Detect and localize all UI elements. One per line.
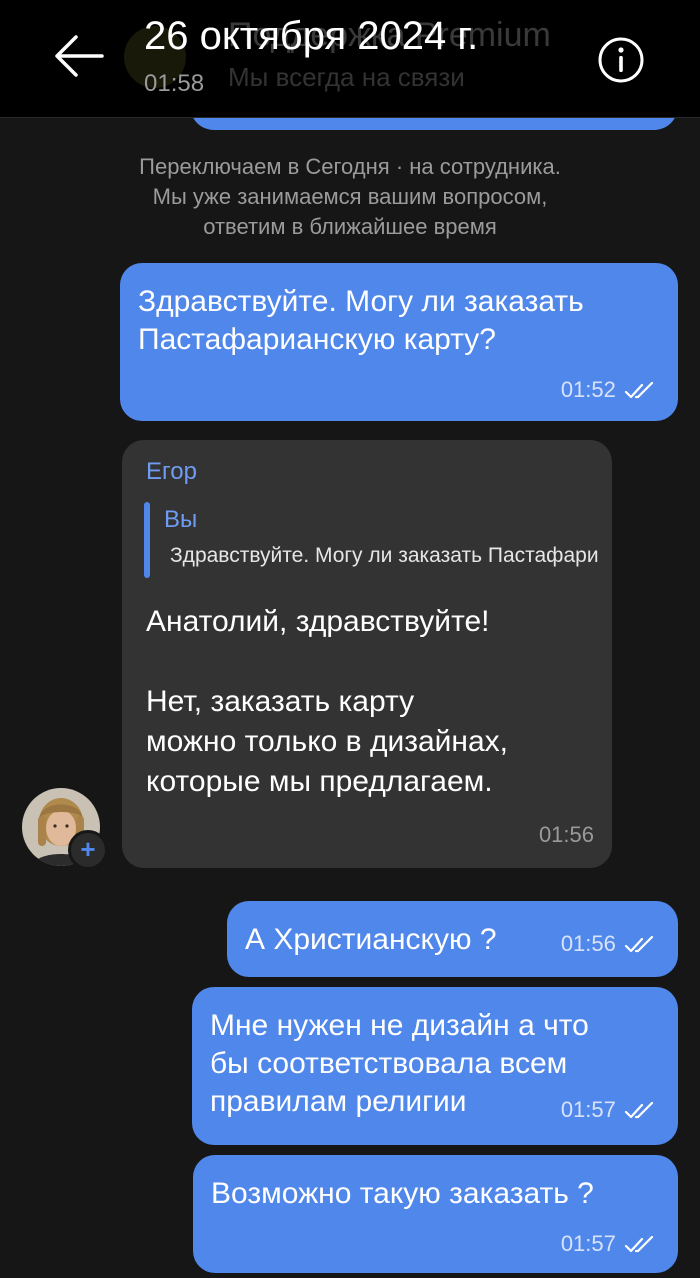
message-meta: 01:52 (561, 377, 658, 403)
double-check-icon (624, 1236, 654, 1253)
double-check-icon (624, 1102, 654, 1119)
double-check-icon (624, 382, 654, 399)
date-title: 26 октября 2024 г. (144, 14, 479, 58)
message-text: Анатолий, здравствуйте! Нет, заказать ка… (146, 605, 508, 798)
message-time: 01:57 (560, 1231, 616, 1256)
reply-quote-bar (144, 502, 150, 578)
chat-header: Поддержка Premium Мы всегда на связи 26 … (0, 0, 700, 118)
arrow-left-icon (55, 35, 104, 77)
message-time: 01:57 (560, 1097, 616, 1122)
incoming-message[interactable]: Егор Вы Здравствуйте. Могу ли заказать П… (122, 440, 612, 868)
sender-name: Егор (146, 458, 197, 485)
system-note: Переключаем в Сегодня · на сотрудника. М… (139, 154, 561, 239)
reply-quote-text[interactable]: Здравствуйте. Могу ли заказать Пастафари… (170, 544, 598, 568)
message-time: 01:56 (560, 931, 616, 956)
message-meta: 01:57 (561, 1231, 658, 1257)
date-time: 01:58 (144, 70, 205, 97)
message-time: 01:56 (538, 822, 594, 847)
message-text: А Христианскую ? (245, 923, 497, 956)
message-meta: 01:56 (561, 931, 658, 957)
info-button[interactable] (597, 36, 645, 84)
outgoing-message[interactable]: Мне нужен не дизайн а что бы соответство… (192, 987, 678, 1145)
contact-status-faded: Мы всегда на связи (228, 62, 465, 92)
reply-author: Вы (164, 506, 198, 533)
outgoing-message[interactable]: Возможно такую заказать ? 01:57 (193, 1155, 678, 1273)
back-button[interactable] (46, 28, 112, 84)
add-contact-badge[interactable]: + (68, 830, 108, 870)
message-text: Возможно такую заказать ? (211, 1177, 594, 1210)
double-check-icon (624, 936, 654, 953)
outgoing-message[interactable]: А Христианскую ? 01:56 (227, 901, 678, 977)
outgoing-message[interactable]: Здравствуйте. Могу ли заказать Пастафари… (120, 263, 678, 421)
message-meta: 01:57 (561, 1097, 658, 1123)
message-time: 01:52 (560, 377, 616, 402)
message-text: Здравствуйте. Могу ли заказать Пастафари… (138, 285, 584, 356)
info-circle-icon (598, 37, 644, 83)
